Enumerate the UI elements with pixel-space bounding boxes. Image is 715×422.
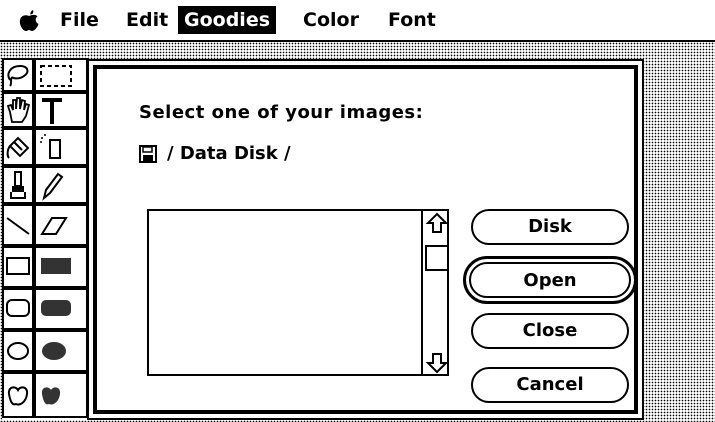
cancel-button[interactable]: Cancel bbox=[471, 367, 629, 403]
scroll-up-arrow-icon[interactable] bbox=[425, 211, 449, 235]
open-image-dialog: Select one of your images: / Data Disk /… bbox=[87, 59, 644, 420]
disk-button[interactable]: Disk bbox=[471, 209, 629, 245]
file-list[interactable] bbox=[147, 209, 423, 376]
disk-path-label: / Data Disk / bbox=[167, 143, 291, 164]
filled-freeform-shape-tool-icon[interactable] bbox=[34, 372, 88, 418]
filled-rounded-rectangle-tool-icon[interactable] bbox=[34, 288, 88, 330]
open-button-label: Open bbox=[469, 262, 631, 298]
scroll-thumb[interactable] bbox=[425, 245, 449, 271]
dialog-prompt: Select one of your images: bbox=[139, 102, 424, 123]
grabber-hand-icon[interactable] bbox=[2, 92, 34, 128]
menu-goodies[interactable]: Goodies bbox=[178, 6, 277, 34]
spray-can-icon[interactable] bbox=[34, 128, 88, 166]
freeform-shape-tool-icon[interactable] bbox=[2, 372, 34, 418]
selection-rectangle-icon[interactable] bbox=[34, 58, 88, 92]
menu-edit[interactable]: Edit bbox=[120, 6, 174, 34]
oval-tool-icon[interactable] bbox=[2, 330, 34, 372]
tool-palette bbox=[2, 58, 88, 420]
menu-font[interactable]: Font bbox=[382, 6, 442, 34]
filled-rectangle-tool-icon[interactable] bbox=[34, 246, 88, 288]
dialog-frame: Select one of your images: / Data Disk /… bbox=[93, 65, 638, 414]
close-button[interactable]: Close bbox=[471, 313, 629, 349]
open-button[interactable]: Open bbox=[463, 256, 637, 304]
rectangle-tool-icon[interactable] bbox=[2, 246, 34, 288]
menu-bar: File Edit Goodies Color Font bbox=[0, 0, 715, 42]
paint-bucket-icon[interactable] bbox=[2, 128, 34, 166]
menu-color[interactable]: Color bbox=[297, 6, 365, 34]
disk-path: / Data Disk / bbox=[139, 143, 291, 164]
scroll-down-arrow-icon[interactable] bbox=[425, 351, 449, 375]
lasso-tool-icon[interactable] bbox=[2, 58, 34, 92]
floppy-disk-icon bbox=[139, 144, 157, 163]
eraser-icon[interactable] bbox=[34, 204, 88, 246]
apple-icon[interactable] bbox=[18, 8, 40, 32]
rounded-rectangle-tool-icon[interactable] bbox=[2, 288, 34, 330]
text-tool-icon[interactable] bbox=[34, 92, 88, 128]
pencil-icon[interactable] bbox=[34, 166, 88, 204]
menu-file[interactable]: File bbox=[54, 6, 105, 34]
paintbrush-icon[interactable] bbox=[2, 166, 34, 204]
line-tool-icon[interactable] bbox=[2, 204, 34, 246]
filled-oval-tool-icon[interactable] bbox=[34, 330, 88, 372]
